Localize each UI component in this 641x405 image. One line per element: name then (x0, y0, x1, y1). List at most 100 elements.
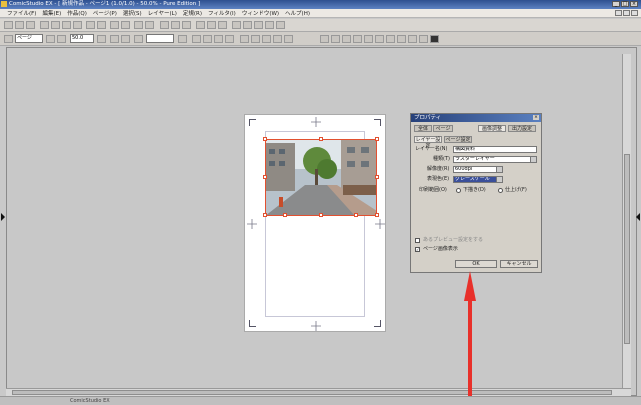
history-icon[interactable] (254, 21, 263, 29)
type-select[interactable]: ラスターレイヤー (453, 156, 537, 163)
properties-panel-titlebar[interactable]: プロパティ × (411, 114, 541, 122)
vertical-scrollbar[interactable] (622, 54, 631, 390)
tab-page-settings[interactable]: ページ設定 (444, 136, 472, 143)
resize-handle[interactable] (283, 213, 287, 217)
mdi-close-button[interactable] (631, 10, 638, 16)
deselect-icon[interactable] (225, 35, 234, 43)
resize-handle[interactable] (263, 175, 267, 179)
resize-handle[interactable] (375, 175, 379, 179)
rotate-field[interactable] (146, 34, 174, 43)
tab-output-settings[interactable]: 出力設定 (508, 125, 536, 132)
close-button[interactable]: × (630, 1, 638, 7)
ruler-icon[interactable] (171, 21, 180, 29)
undo-icon[interactable] (86, 21, 95, 29)
horizontal-scrollbar[interactable] (6, 388, 631, 396)
cancel-button[interactable]: キャンセル (500, 260, 538, 268)
resolution-select[interactable]: 600dpi (453, 166, 503, 173)
tab-page[interactable]: ページ (433, 125, 453, 132)
radio-draft[interactable] (456, 188, 461, 193)
pen-icon[interactable] (320, 35, 329, 43)
balloon-icon[interactable] (386, 35, 395, 43)
resize-handle[interactable] (319, 213, 323, 217)
fill-icon[interactable] (364, 35, 373, 43)
menu-layer[interactable]: レイヤー(L) (148, 9, 177, 17)
zoom-field[interactable]: 50.0 (70, 34, 94, 43)
rotate-icon[interactable] (134, 21, 143, 29)
flip-icon[interactable] (178, 35, 187, 43)
menu-select[interactable]: 選択(S) (123, 9, 142, 17)
frame-icon[interactable] (397, 35, 406, 43)
redo-icon[interactable] (97, 21, 106, 29)
expression-color-select[interactable]: グレースケール (453, 176, 503, 183)
tone-icon[interactable] (408, 35, 417, 43)
actual-size-icon[interactable] (121, 35, 130, 43)
menu-story[interactable]: 作品(Q) (67, 9, 87, 17)
tab-image-adjust[interactable]: 画像調整 (478, 125, 506, 132)
navigator-icon[interactable] (218, 21, 227, 29)
resize-handle[interactable] (263, 137, 267, 141)
ok-button[interactable]: OK (455, 260, 497, 268)
maximize-button[interactable]: □ (621, 1, 629, 7)
page-image-checkbox[interactable]: ✓ (415, 247, 420, 252)
rotate-left-icon[interactable] (134, 35, 143, 43)
properties-icon[interactable] (232, 21, 241, 29)
tab-general[interactable]: 全体 (414, 125, 432, 132)
hand-icon[interactable] (4, 35, 13, 43)
info-icon[interactable] (276, 21, 285, 29)
next-page-icon[interactable] (57, 35, 66, 43)
menu-window[interactable]: ウィンドウ(W) (242, 9, 279, 17)
menu-edit[interactable]: 編集(E) (42, 9, 61, 17)
layer-icon[interactable] (196, 21, 205, 29)
cut-icon[interactable] (51, 21, 60, 29)
color-swatch-icon[interactable] (430, 35, 439, 43)
layer-move-icon[interactable] (240, 35, 249, 43)
page-selector[interactable]: ページ (15, 34, 43, 43)
right-panel-toggle-icon[interactable] (636, 213, 640, 221)
tab-layer-settings[interactable]: レイヤー設定 (414, 136, 442, 149)
panel-close-button[interactable]: × (533, 115, 539, 120)
transform-icon[interactable] (192, 35, 201, 43)
radio-finish[interactable] (498, 188, 503, 193)
gradient-icon[interactable] (419, 35, 428, 43)
pencil-icon[interactable] (331, 35, 340, 43)
select-invert-icon[interactable] (214, 35, 223, 43)
select-icon[interactable] (203, 35, 212, 43)
horizontal-scroll-thumb[interactable] (12, 390, 612, 395)
tool-options-icon[interactable] (265, 21, 274, 29)
new-icon[interactable] (4, 21, 13, 29)
copy-icon[interactable] (62, 21, 71, 29)
resize-handle[interactable] (319, 137, 323, 141)
prev-page-icon[interactable] (46, 35, 55, 43)
print-icon[interactable] (40, 21, 49, 29)
zoom-dropdown-icon[interactable] (97, 35, 106, 43)
text-icon[interactable] (375, 35, 384, 43)
grid-icon[interactable] (160, 21, 169, 29)
zoom-out-icon[interactable] (121, 21, 130, 29)
menu-page[interactable]: ページ(P) (93, 9, 117, 17)
layer-merge-icon[interactable] (284, 35, 293, 43)
resize-handle[interactable] (375, 137, 379, 141)
brush-icon[interactable] (342, 35, 351, 43)
page-layout-icon[interactable] (145, 21, 154, 29)
resize-handle[interactable] (263, 213, 267, 217)
preview-setting-checkbox[interactable] (415, 238, 420, 243)
menu-file[interactable]: ファイル(F) (7, 9, 36, 17)
material-icon[interactable] (207, 21, 216, 29)
mdi-restore-button[interactable] (623, 10, 630, 16)
resize-handle[interactable] (375, 213, 379, 217)
menu-help[interactable]: ヘルプ(H) (285, 9, 310, 17)
mdi-minimize-button[interactable] (615, 10, 622, 16)
layer-selection-frame[interactable] (265, 139, 377, 216)
save-icon[interactable] (26, 21, 35, 29)
zoom-in-icon[interactable] (110, 21, 119, 29)
layer-mask-icon[interactable] (273, 35, 282, 43)
menu-ruler[interactable]: 定規(R) (183, 9, 202, 17)
vertical-scroll-thumb[interactable] (624, 154, 630, 344)
menu-filter[interactable]: フィルタ(I) (208, 9, 236, 17)
guide-icon[interactable] (182, 21, 191, 29)
paste-icon[interactable] (73, 21, 82, 29)
layer-lock-icon[interactable] (262, 35, 271, 43)
layer-visible-icon[interactable] (251, 35, 260, 43)
eraser-icon[interactable] (353, 35, 362, 43)
open-icon[interactable] (15, 21, 24, 29)
